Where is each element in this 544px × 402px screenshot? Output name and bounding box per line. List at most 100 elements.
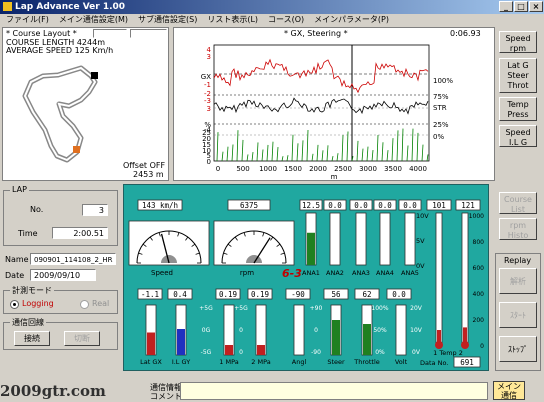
ana-label-4: ANA5 xyxy=(401,269,419,277)
bottom-value-7: 0.0 xyxy=(392,290,406,299)
bottom-value-3: 0.19 xyxy=(251,290,269,299)
view-button-3[interactable]: Speed I.L G xyxy=(499,125,537,147)
ana-value-2: 0.0 xyxy=(354,201,368,210)
start-marker xyxy=(73,146,80,153)
bottom-bar-fill-1 xyxy=(177,329,185,355)
x-tick-7: 3500 xyxy=(384,165,402,173)
title-bar: Lap Advance Ver 1.00 _ □ × xyxy=(0,0,544,14)
ana-label-1: ANA2 xyxy=(326,269,344,277)
menu-bar: ファイル(F) メイン通信設定(M) サブ通信設定(S) リスト表示(L) コース(O)… xyxy=(0,14,544,26)
dashboard-panel: 143 km/h 6375 12.5 0.0 0.0 0.0 0.0 101 121 Speed r… xyxy=(123,184,489,371)
volt-scale-2: 0V xyxy=(412,349,421,356)
course-button-0[interactable]: Course List xyxy=(499,192,537,214)
real-radio[interactable] xyxy=(80,300,89,309)
temp-scale-1: 800 xyxy=(473,239,485,246)
bottom-label-2: 1 MPa xyxy=(219,358,238,366)
menu-item-2[interactable]: サブ通信設定(S) xyxy=(138,15,197,24)
date-field[interactable]: 2009/09/10 xyxy=(30,269,96,281)
view-button-1[interactable]: Lat G Steer Throt xyxy=(499,58,537,93)
bottom-label-4: Angl xyxy=(292,358,307,366)
ana-label-2: ANA3 xyxy=(352,269,370,277)
temp-scale-0: 1000 xyxy=(469,213,484,220)
distance-label: 2453 m xyxy=(133,170,164,179)
replay-button-1[interactable]: ｽﾀｰﾄ xyxy=(499,302,537,328)
logging-label: Logging xyxy=(22,299,54,308)
close-button[interactable]: × xyxy=(529,1,543,12)
replay-group: Replay 解析 ｽﾀｰﾄ ｽﾄｯﾌﾟ xyxy=(495,253,541,371)
temp-label: 1 Temp 2 xyxy=(433,349,463,357)
temp-tube-0 xyxy=(435,212,443,344)
x-tick-6: 3000 xyxy=(359,165,377,173)
comm-group-label: 通信回線 xyxy=(10,317,46,328)
disconnect-button[interactable]: 切断 xyxy=(64,331,100,346)
bottom-label-6: Throttle xyxy=(353,358,380,366)
logging-radio[interactable] xyxy=(10,300,19,309)
name-field[interactable]: 090901_114108_2_HR xyxy=(30,253,116,265)
y-tick-0-1: 3 xyxy=(207,53,211,61)
pct-scale-1: 50% xyxy=(373,327,387,334)
lap-no-field[interactable]: 3 xyxy=(82,204,108,216)
ana-bar-frame-4 xyxy=(404,212,416,266)
right-label-0-0: 100% xyxy=(433,77,453,85)
g-scale-2: -5G xyxy=(201,349,212,356)
brand-watermark: 2009gtr.com xyxy=(0,382,106,400)
main-comm-button[interactable]: メイン 通信 xyxy=(493,381,525,400)
ana-label-3: ANA4 xyxy=(376,269,394,277)
volt-scale-0: 20V xyxy=(410,305,423,312)
right-label-1-0: STR xyxy=(433,104,447,112)
replay-button-0[interactable]: 解析 xyxy=(499,268,537,294)
menu-item-0[interactable]: ファイル(F) xyxy=(6,15,49,24)
x-tick-2: 1000 xyxy=(259,165,277,173)
course-button-1[interactable]: rpm Histo xyxy=(499,218,537,240)
right-label-1-1: 25% xyxy=(433,121,449,129)
menu-item-5[interactable]: メインパラメータ(P) xyxy=(314,15,389,24)
rpm-dial-label: rpm xyxy=(240,269,254,277)
comment-field[interactable] xyxy=(180,382,488,400)
telemetry-chart: 43GX-1-2-33-4%2520151050100%75%STR25%0%0… xyxy=(201,44,453,180)
temp-bulb-1 xyxy=(461,341,469,349)
ana-label-0: ANA1 xyxy=(302,269,320,277)
menu-item-1[interactable]: メイン通信設定(M) xyxy=(59,15,128,24)
menu-item-3[interactable]: リスト表示(L) xyxy=(207,15,258,24)
bottom-bar-fill-0 xyxy=(147,332,155,355)
maximize-button[interactable]: □ xyxy=(514,1,528,12)
view-button-2[interactable]: Temp Press xyxy=(499,97,537,121)
minimize-button[interactable]: _ xyxy=(499,1,513,12)
ana-value-0: 12.5 xyxy=(302,201,320,210)
ana-scale-2: 0V xyxy=(416,262,425,270)
lap-no-label: No. xyxy=(30,205,44,214)
ana-bar-frame-3 xyxy=(379,212,391,266)
lap-time-field[interactable]: 2:00.51 xyxy=(52,227,108,239)
mpa-scale-0: +5G xyxy=(234,305,248,312)
temp-scale-3: 400 xyxy=(473,291,485,298)
rpm-value: 6375 xyxy=(240,201,258,210)
temp-tube-1 xyxy=(461,212,469,344)
connect-button[interactable]: 接続 xyxy=(14,331,50,346)
temp-scale-5: 0 xyxy=(480,343,484,350)
mode-group-label: 計測モード xyxy=(10,285,54,296)
mode-group: 計測モード Logging Real xyxy=(3,285,118,314)
replay-button-2[interactable]: ｽﾄｯﾌﾟ xyxy=(499,336,537,362)
ana-bar-frame-2 xyxy=(355,212,367,266)
track-map xyxy=(22,65,98,163)
steer-scale-1: 0 xyxy=(314,327,318,334)
temp-value-0: 101 xyxy=(432,201,446,210)
dashboard-gauges: 143 km/h 6375 12.5 0.0 0.0 0.0 0.0 101 121 Speed r… xyxy=(128,199,485,368)
gear-indicator: 6-3 xyxy=(282,267,302,280)
y-tick-0-3: -1 xyxy=(204,81,211,89)
date-label: Date xyxy=(5,271,25,280)
lap-time-label: Time xyxy=(18,229,38,238)
ana-scale-1: 5V xyxy=(416,237,425,245)
view-button-0[interactable]: Speed rpm xyxy=(499,31,537,53)
bottom-bar-fill-5 xyxy=(332,320,340,355)
menu-item-4[interactable]: コース(O) xyxy=(268,15,304,24)
car-marker xyxy=(91,72,98,79)
x-tick-1: 500 xyxy=(236,165,249,173)
ana-value-3: 0.0 xyxy=(378,201,392,210)
lap-group-label: LAP xyxy=(10,185,29,194)
steer-scale-0: +90 xyxy=(310,305,323,312)
y-tick-0-2: GX xyxy=(201,73,211,81)
steer-scale-2: -90 xyxy=(311,349,321,356)
bottom-value-6: 62 xyxy=(362,290,371,299)
temp-bulb-0 xyxy=(435,341,443,349)
